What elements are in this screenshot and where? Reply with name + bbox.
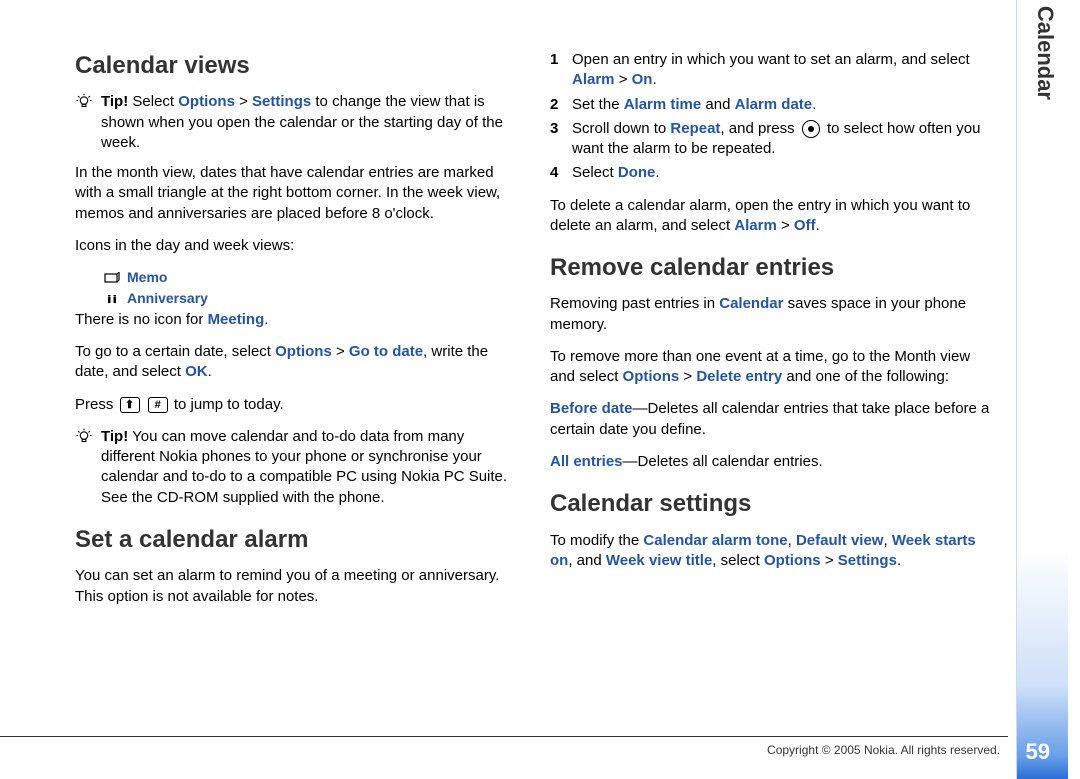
icon-list: Memo Anniversary <box>75 268 520 308</box>
para-set-alarm-intro: You can set an alarm to remind you of a … <box>75 566 520 607</box>
para-remove-multi: To remove more than one event at a time,… <box>550 347 995 388</box>
page-content: Calendar views Tip! Select Options > Set… <box>75 50 995 750</box>
para-icons-intro: Icons in the day and week views: <box>75 236 520 256</box>
heading-set-alarm: Set a calendar alarm <box>75 524 520 556</box>
alarm-steps: 1 Open an entry in which you want to set… <box>550 50 995 184</box>
para-delete-alarm: To delete a calendar alarm, open the ent… <box>550 196 995 237</box>
copyright-text: Copyright © 2005 Nokia. All rights reser… <box>767 743 1000 757</box>
para-jump-today: Press ⬆ # to jump to today. <box>75 395 520 415</box>
step-2: 2 Set the Alarm time and Alarm date. <box>550 95 995 115</box>
tip-1-text: Tip! Select Options > Settings to change… <box>101 92 520 153</box>
heading-calendar-views: Calendar views <box>75 50 520 82</box>
memo-icon <box>103 272 121 284</box>
left-column: Calendar views Tip! Select Options > Set… <box>75 50 520 750</box>
heading-remove-entries: Remove calendar entries <box>550 252 995 284</box>
lightbulb-icon <box>75 93 95 113</box>
key-up-icon: ⬆ <box>120 397 140 413</box>
chapter-title: Calendar <box>1032 6 1058 100</box>
joystick-icon <box>802 120 820 138</box>
side-tab: Calendar 59 <box>1016 0 1068 779</box>
step-1: 1 Open an entry in which you want to set… <box>550 50 995 91</box>
tip-2: Tip! You can move calendar and to-do dat… <box>75 427 520 508</box>
tip-1: Tip! Select Options > Settings to change… <box>75 92 520 153</box>
para-settings: To modify the Calendar alarm tone, Defau… <box>550 531 995 572</box>
para-remove-intro: Removing past entries in Calendar saves … <box>550 294 995 335</box>
icon-row-memo: Memo <box>103 268 520 287</box>
para-before-date: Before date—Deletes all calendar entries… <box>550 399 995 440</box>
page-number: 59 <box>1026 739 1050 765</box>
para-month-view: In the month view, dates that have calen… <box>75 163 520 224</box>
lightbulb-icon <box>75 428 95 448</box>
step-3: 3 Scroll down to Repeat, and press to se… <box>550 119 995 160</box>
icon-row-anniversary: Anniversary <box>103 289 520 308</box>
para-no-meeting-icon: There is no icon for Meeting. <box>75 310 520 330</box>
footer-rule <box>0 736 1008 737</box>
para-goto-date: To go to a certain date, select Options … <box>75 342 520 383</box>
heading-calendar-settings: Calendar settings <box>550 488 995 520</box>
anniversary-icon <box>103 291 121 305</box>
para-all-entries: All entries—Deletes all calendar entries… <box>550 452 995 472</box>
right-column: 1 Open an entry in which you want to set… <box>550 50 995 750</box>
tip-2-text: Tip! You can move calendar and to-do dat… <box>101 427 520 508</box>
key-hash-icon: # <box>148 397 168 413</box>
step-4: 4 Select Done. <box>550 163 995 183</box>
